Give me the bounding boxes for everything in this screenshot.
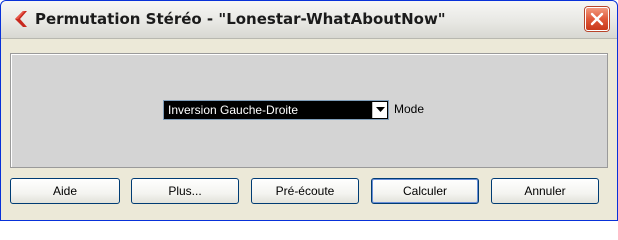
close-icon — [590, 12, 604, 26]
close-button[interactable] — [585, 7, 609, 31]
mode-label: Mode — [394, 102, 425, 116]
mode-select-arrow[interactable] — [372, 102, 387, 118]
mode-select-value: Inversion Gauche-Droite — [168, 103, 299, 117]
window-title: Permutation Stéréo - "Lonestar-WhatAbout… — [35, 10, 446, 28]
cubase-back-arrow-icon — [11, 10, 29, 28]
chevron-down-icon — [376, 107, 385, 112]
title-bar[interactable]: Permutation Stéréo - "Lonestar-WhatAbout… — [1, 1, 617, 39]
mode-select[interactable]: Inversion Gauche-Droite — [163, 100, 389, 120]
more-button[interactable]: Plus... — [131, 178, 239, 204]
preview-button[interactable]: Pré-écoute — [251, 178, 359, 204]
process-button[interactable]: Calculer — [371, 178, 479, 204]
stereo-flip-dialog: Permutation Stéréo - "Lonestar-WhatAbout… — [0, 0, 618, 221]
settings-panel: Inversion Gauche-Droite Mode — [10, 53, 608, 168]
cancel-button[interactable]: Annuler — [491, 178, 599, 204]
help-button[interactable]: Aide — [10, 178, 120, 204]
